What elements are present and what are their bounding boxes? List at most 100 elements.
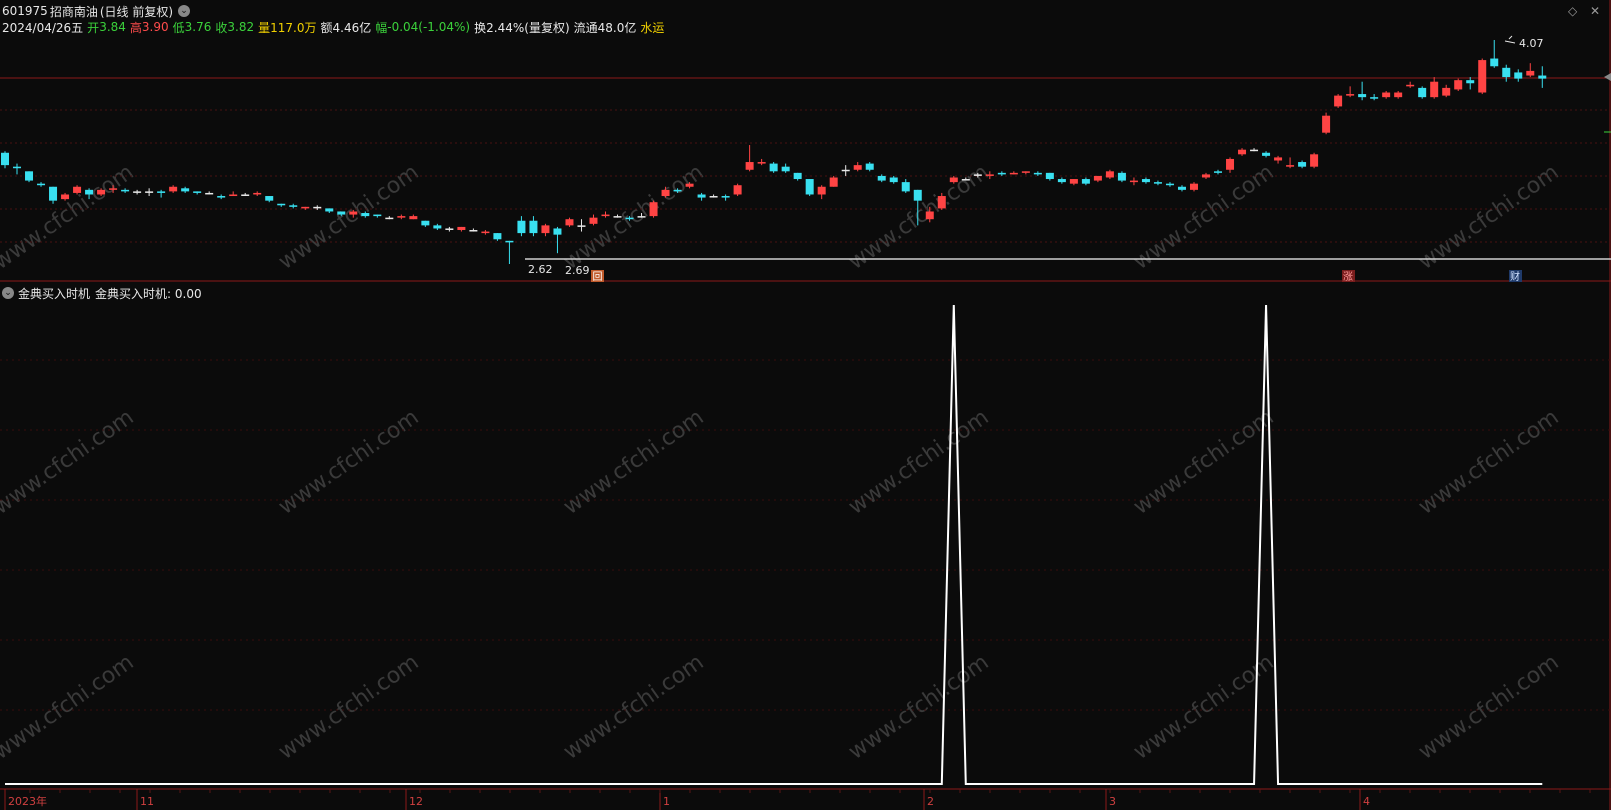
candle-body [37, 183, 46, 186]
turnover-label: 换 [474, 20, 487, 35]
candle-body [1358, 94, 1367, 98]
candle-body [397, 216, 406, 218]
candle-body [1177, 186, 1186, 190]
time-label: 4 [1363, 795, 1370, 808]
indicator-name[interactable]: 金典买入时机 [18, 285, 90, 302]
candle-body [685, 183, 694, 187]
diamond-icon[interactable]: ◇ [1568, 4, 1577, 18]
candle-body [409, 216, 418, 220]
sector-tag[interactable]: 水运 [640, 19, 664, 36]
candle-body [1418, 87, 1427, 98]
zhang-marker[interactable]: 涨 [1343, 271, 1353, 283]
change-label: 幅 [375, 20, 388, 35]
candle-body [1454, 80, 1463, 90]
candle-body [661, 189, 670, 197]
candle-body [1310, 154, 1319, 167]
candle-body [1214, 171, 1223, 173]
candle-body [457, 226, 466, 231]
candle-body [445, 228, 454, 230]
volume-label: 量 [258, 20, 271, 35]
candle-body [1238, 149, 1247, 155]
stock-name[interactable]: 招商南油 [50, 3, 98, 20]
turnover-value: 2.44%(量复权) [486, 20, 570, 35]
candle-body [637, 216, 646, 218]
candle-body [529, 220, 538, 234]
candle-body [1129, 180, 1138, 183]
volume-value: 117.0万 [270, 20, 317, 35]
candle-body [49, 186, 58, 201]
candle-body [373, 214, 382, 217]
chevron-down-icon[interactable]: ⌄ [2, 287, 14, 299]
chart-period[interactable]: (日线 前复权) [100, 3, 173, 20]
chart-canvas[interactable]: www.cfchi.com 4.07 2.62 2.69 回 涨 财 [0, 0, 1611, 810]
close-icon[interactable]: ✕ [1590, 4, 1600, 18]
candle-body [901, 182, 910, 192]
candle-body [1394, 92, 1403, 98]
time-label: 11 [140, 795, 154, 808]
candle-body [1117, 172, 1126, 181]
indicator-header: ⌄ 金典买入时机 金典买入时机: 0.00 [2, 284, 202, 302]
candle-body [745, 162, 754, 170]
candle-body [1021, 171, 1030, 173]
candle-body [1346, 94, 1355, 96]
candle-body [25, 171, 34, 181]
candle-body [1, 152, 9, 166]
candle-body [121, 189, 130, 192]
candle-body [157, 191, 166, 193]
candle-body [877, 175, 886, 181]
candle-body [1274, 157, 1283, 161]
amount-value: 4.46亿 [332, 20, 372, 35]
high-price-label: 4.07 [1519, 37, 1544, 50]
chart-window: www.cfchi.com 4.07 2.62 2.69 回 涨 财 [0, 0, 1611, 810]
candle-body [589, 217, 598, 224]
close-value: 3.82 [227, 20, 255, 34]
candle-body [961, 179, 970, 181]
candle-body [1093, 175, 1102, 181]
candle-body [1382, 92, 1391, 98]
candle-body [1165, 183, 1174, 186]
candle-body [13, 166, 22, 169]
candle-body [829, 177, 838, 187]
candle-body [349, 211, 358, 215]
hui-marker[interactable]: 回 [593, 271, 603, 283]
candle-body [325, 208, 334, 212]
candle-body [769, 163, 778, 172]
cai-marker[interactable]: 财 [1510, 270, 1520, 283]
indicator-value: 金典买入时机: 0.00 [95, 286, 202, 301]
candle-body [1286, 165, 1295, 167]
candle-body [805, 179, 814, 195]
candle-body [229, 194, 238, 197]
candle-body [1033, 172, 1042, 175]
candle-body [301, 206, 310, 209]
time-label: 12 [409, 795, 423, 808]
candle-body [1298, 162, 1307, 167]
candle-body [361, 213, 370, 217]
quote-date: 2024/04/26五 [2, 20, 84, 35]
open-value: 3.84 [99, 20, 126, 34]
candle-body [949, 177, 958, 183]
candle-body [565, 219, 574, 226]
candle-body [889, 177, 898, 183]
candle-body [817, 186, 826, 195]
candle-body [1406, 84, 1415, 87]
candle-body [433, 225, 442, 229]
candle-body [421, 220, 430, 226]
candle-body [1334, 95, 1343, 107]
candle-body [1057, 179, 1066, 183]
candle-body [1490, 58, 1499, 67]
candle-body [1430, 81, 1439, 98]
candle-body [241, 194, 250, 196]
candle-body [973, 174, 982, 176]
candle-body [253, 192, 262, 195]
candle-body [1045, 172, 1054, 180]
candle-body [577, 225, 586, 227]
candle-body [145, 191, 154, 193]
candle-body [205, 192, 214, 195]
candle-body [793, 172, 802, 180]
stock-code[interactable]: 601975 [2, 4, 48, 18]
candle-body [757, 162, 766, 164]
candle-body [277, 203, 286, 206]
time-label: 2 [927, 795, 934, 808]
candle-body [181, 188, 190, 192]
chevron-down-icon[interactable]: ⌄ [178, 5, 191, 17]
